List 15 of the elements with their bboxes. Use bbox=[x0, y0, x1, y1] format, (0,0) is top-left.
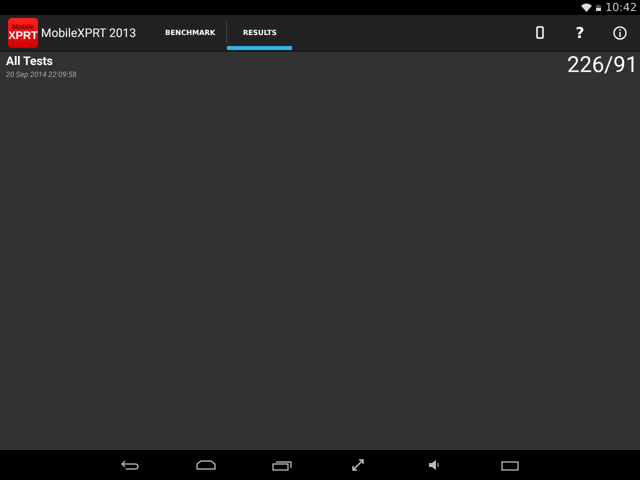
home-icon bbox=[196, 460, 216, 470]
info-icon bbox=[613, 26, 627, 40]
results-title: All Tests bbox=[6, 54, 54, 68]
status-time: 10:42 bbox=[605, 1, 637, 14]
expand-arrows-icon bbox=[352, 459, 364, 471]
overall-score: 226/91 bbox=[567, 55, 638, 77]
phone-icon bbox=[536, 26, 544, 39]
help-button[interactable]: ? bbox=[560, 18, 600, 48]
recent-apps-icon bbox=[272, 460, 292, 470]
wifi-icon bbox=[581, 3, 592, 12]
app-title: MobileXPRT 2013 bbox=[41, 26, 136, 40]
battery-icon bbox=[596, 4, 602, 10]
back-arrow-icon bbox=[121, 460, 139, 470]
screen-icon bbox=[501, 459, 519, 471]
speaker-icon bbox=[428, 459, 440, 471]
